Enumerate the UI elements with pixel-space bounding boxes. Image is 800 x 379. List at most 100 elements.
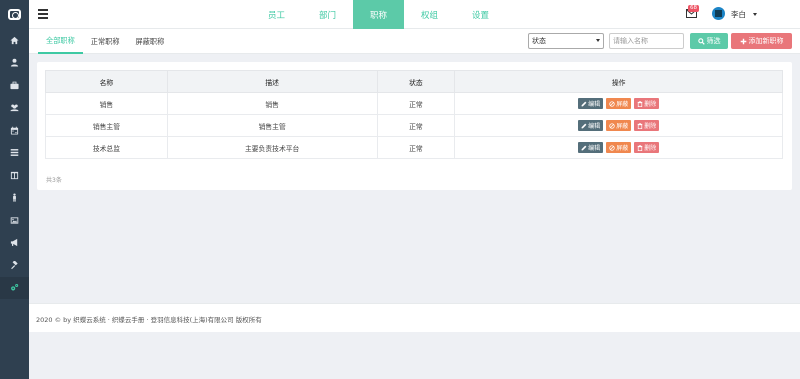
logo[interactable] bbox=[0, 0, 29, 29]
nav-titles[interactable]: 职称 bbox=[353, 0, 404, 29]
cell-name: 技术总监 bbox=[45, 136, 168, 159]
sidebar-item-settings[interactable] bbox=[0, 276, 29, 299]
cell-status: 正常 bbox=[376, 114, 456, 137]
plus-icon bbox=[740, 38, 746, 44]
edit-button-label: 编辑 bbox=[588, 145, 601, 152]
trash-icon bbox=[637, 100, 643, 107]
trash-icon bbox=[637, 122, 643, 129]
calendar-icon bbox=[10, 126, 19, 135]
add-title-button[interactable]: 添加新职称 bbox=[731, 33, 792, 49]
titles-card: 名称 描述 状态 操作 销售 销售 正常 编辑 屏蔽 删除 销售主管 销售主管 … bbox=[37, 62, 792, 190]
cell-name: 销售主管 bbox=[45, 114, 168, 137]
block-button[interactable]: 屏蔽 bbox=[606, 142, 632, 153]
mail-count-badge: 68 bbox=[688, 5, 699, 12]
username[interactable]: 李白 bbox=[731, 9, 746, 20]
search-icon bbox=[697, 37, 705, 45]
cogs-icon bbox=[11, 284, 19, 291]
delete-button[interactable]: 删除 bbox=[634, 98, 660, 109]
nav-employees[interactable]: 员工 bbox=[251, 0, 302, 29]
cell-name: 销售 bbox=[45, 92, 168, 115]
block-button[interactable]: 屏蔽 bbox=[606, 98, 632, 109]
filter-button-label: 筛选 bbox=[706, 37, 721, 45]
titles-table: 名称 描述 状态 操作 销售 销售 正常 编辑 屏蔽 删除 销售主管 销售主管 … bbox=[45, 70, 783, 159]
table-row: 销售主管 销售主管 正常 编辑 屏蔽 删除 bbox=[45, 114, 783, 137]
block-button-label: 屏蔽 bbox=[616, 123, 629, 130]
sidebar-item-home[interactable] bbox=[0, 29, 29, 52]
edit-button[interactable]: 编辑 bbox=[578, 142, 604, 153]
sidebar-item-user[interactable] bbox=[0, 52, 29, 75]
cell-status: 正常 bbox=[376, 136, 456, 159]
cell-description: 销售 bbox=[166, 92, 378, 115]
users-icon bbox=[10, 104, 19, 112]
ban-icon bbox=[609, 122, 615, 129]
cell-actions: 编辑 屏蔽 删除 bbox=[454, 114, 783, 137]
ban-icon bbox=[609, 100, 615, 107]
column-header-actions: 操作 bbox=[454, 70, 783, 93]
footer-copyright: 2020 © by 织蝶云系统 · 织蝶云手册 · 登羽信息科技(上海)有限公司… bbox=[36, 316, 262, 324]
sidebar-item-megaphone[interactable] bbox=[0, 232, 29, 255]
record-count: 共3条 bbox=[46, 177, 62, 184]
list-icon bbox=[10, 149, 19, 157]
edit-button-label: 编辑 bbox=[588, 123, 601, 130]
tab-blocked-titles[interactable]: 屏蔽职称 bbox=[128, 29, 173, 54]
cell-status: 正常 bbox=[376, 92, 456, 115]
tab-normal-titles[interactable]: 正常职称 bbox=[83, 29, 128, 54]
sidebar-item-briefcase[interactable] bbox=[0, 74, 29, 97]
delete-button[interactable]: 删除 bbox=[634, 142, 660, 153]
footer: 2020 © by 织蝶云系统 · 织蝶云手册 · 登羽信息科技(上海)有限公司… bbox=[29, 303, 800, 332]
edit-button[interactable]: 编辑 bbox=[578, 120, 604, 131]
title-filter-tabs: 全部职称 正常职称 屏蔽职称 bbox=[38, 29, 172, 54]
delete-button-label: 删除 bbox=[644, 145, 657, 152]
top-bar: 员工 部门 职称 权组 设置 bbox=[29, 0, 800, 29]
edit-button-label: 编辑 bbox=[588, 101, 601, 108]
sidebar-item-list[interactable] bbox=[0, 142, 29, 165]
filter-button[interactable]: 筛选 bbox=[690, 33, 728, 49]
user-menu-caret-icon[interactable] bbox=[753, 13, 757, 16]
add-title-button-label: 添加新职称 bbox=[748, 37, 784, 45]
block-button-label: 屏蔽 bbox=[616, 101, 629, 108]
ban-icon bbox=[609, 144, 615, 151]
nav-departments[interactable]: 部门 bbox=[302, 0, 353, 29]
sidebar-item-users[interactable] bbox=[0, 97, 29, 120]
sidebar-item-gavel[interactable] bbox=[0, 254, 29, 277]
column-header-name: 名称 bbox=[45, 70, 168, 93]
user-icon bbox=[10, 58, 19, 67]
main-nav: 员工 部门 职称 权组 设置 bbox=[251, 0, 506, 29]
avatar[interactable] bbox=[712, 7, 725, 20]
status-select[interactable]: 状态 bbox=[528, 33, 604, 49]
status-select-value: 状态 bbox=[532, 37, 546, 45]
column-header-description: 描述 bbox=[166, 70, 378, 93]
edit-button[interactable]: 编辑 bbox=[578, 98, 604, 109]
table-header-row: 名称 描述 状态 操作 bbox=[45, 70, 783, 93]
image-icon bbox=[10, 217, 19, 224]
cell-actions: 编辑 屏蔽 删除 bbox=[454, 92, 783, 115]
delete-button[interactable]: 删除 bbox=[634, 120, 660, 131]
person-icon bbox=[13, 193, 16, 202]
toolbar: 全部职称 正常职称 屏蔽职称 状态 筛选 添加新职称 bbox=[29, 29, 800, 54]
sidebar bbox=[0, 0, 29, 379]
table-row: 销售 销售 正常 编辑 屏蔽 删除 bbox=[45, 92, 783, 115]
trash-icon bbox=[637, 144, 643, 151]
name-search-input[interactable] bbox=[609, 33, 684, 49]
nav-settings[interactable]: 设置 bbox=[455, 0, 506, 29]
edit-icon bbox=[581, 145, 587, 150]
home-icon bbox=[10, 36, 19, 44]
sidebar-item-calendar[interactable] bbox=[0, 119, 29, 142]
block-button-label: 屏蔽 bbox=[616, 145, 629, 152]
briefcase-icon bbox=[10, 81, 19, 89]
delete-button-label: 删除 bbox=[644, 123, 657, 130]
sidebar-item-columns[interactable] bbox=[0, 164, 29, 187]
delete-button-label: 删除 bbox=[644, 101, 657, 108]
edit-icon bbox=[581, 123, 587, 128]
nav-permission-groups[interactable]: 权组 bbox=[404, 0, 455, 29]
chevron-down-icon bbox=[596, 39, 600, 42]
sidebar-item-image[interactable] bbox=[0, 209, 29, 232]
cell-actions: 编辑 屏蔽 删除 bbox=[454, 136, 783, 159]
gavel-icon bbox=[11, 260, 18, 269]
block-button[interactable]: 屏蔽 bbox=[606, 120, 632, 131]
sidebar-item-person[interactable] bbox=[0, 187, 29, 210]
tab-all-titles[interactable]: 全部职称 bbox=[38, 29, 83, 54]
cell-description: 销售主管 bbox=[166, 114, 378, 137]
menu-toggle-icon[interactable] bbox=[38, 9, 48, 19]
megaphone-icon bbox=[10, 239, 18, 247]
